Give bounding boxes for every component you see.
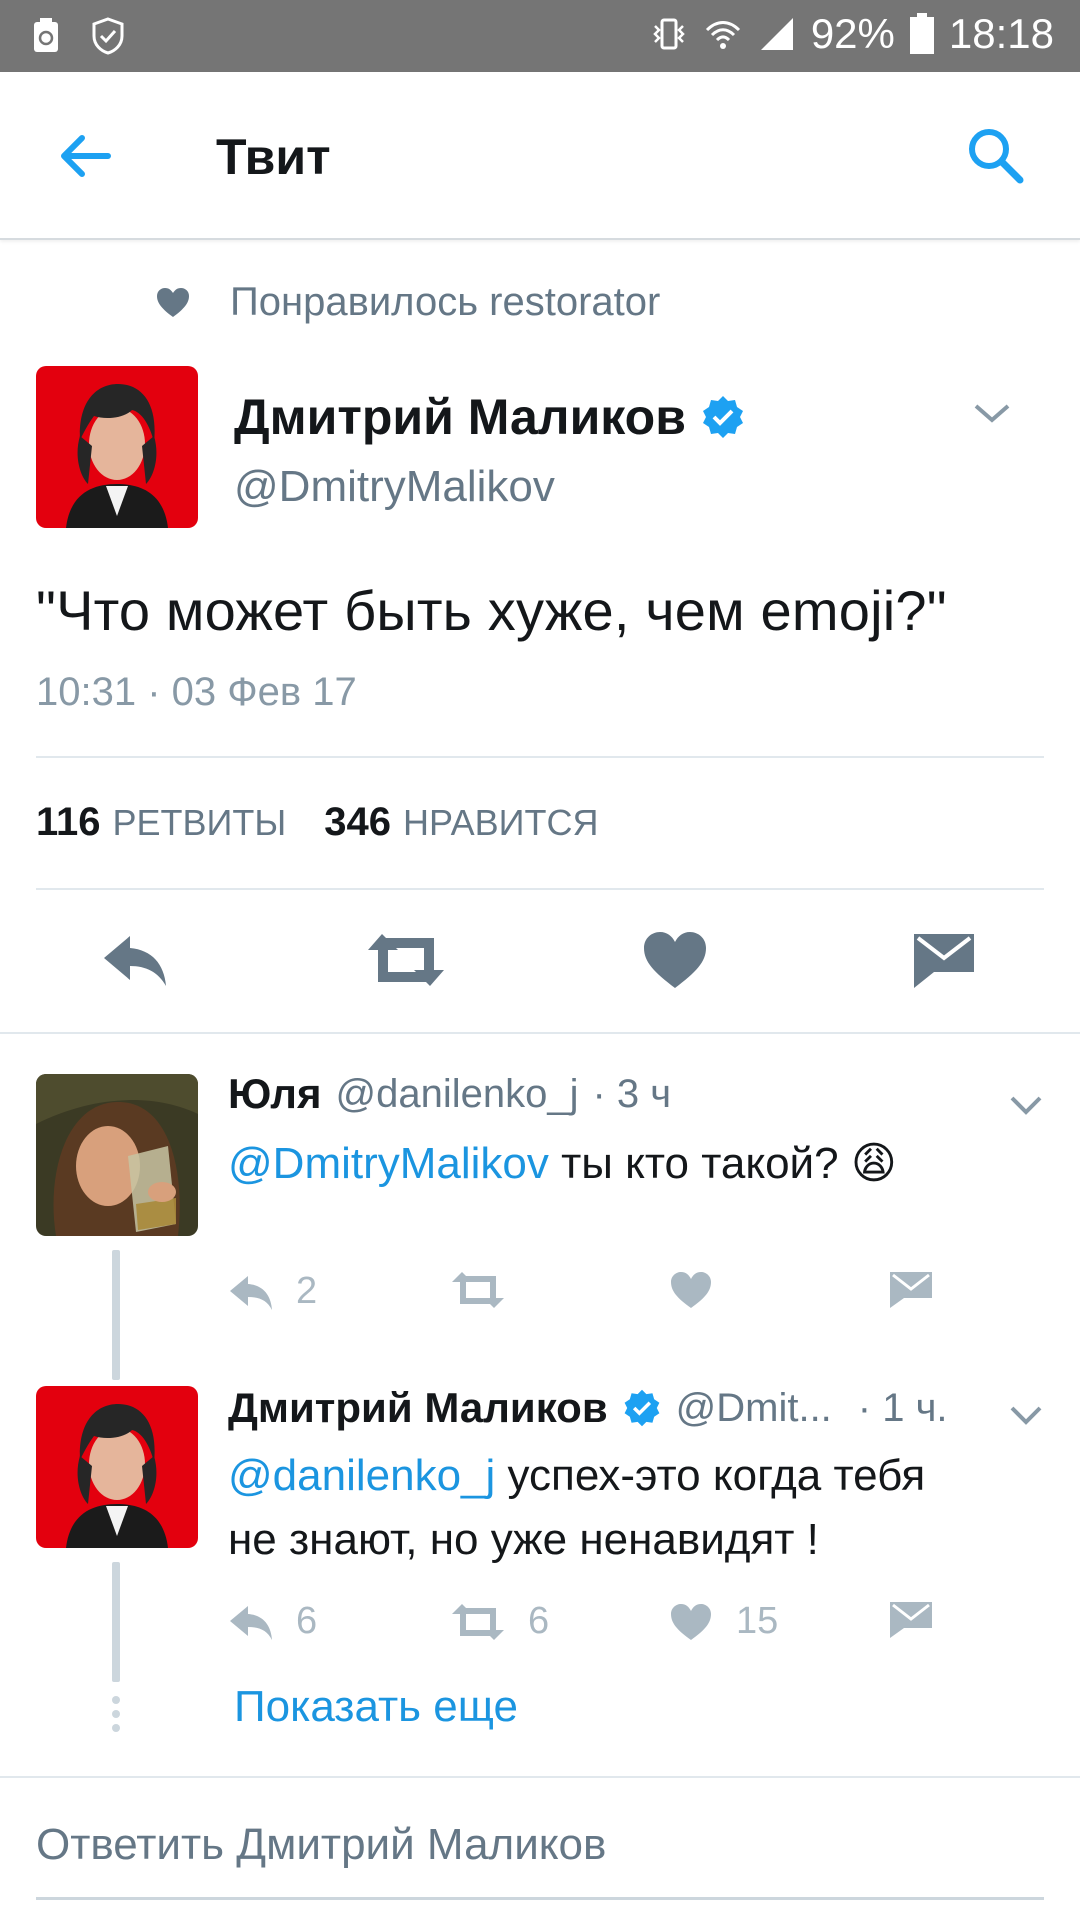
thread-dot — [112, 1696, 120, 1704]
heart-icon — [157, 287, 189, 317]
chevron-down-icon[interactable] — [1008, 1092, 1044, 1118]
reply-time: · 3 ч — [592, 1071, 672, 1116]
message-icon[interactable] — [912, 930, 976, 990]
author-name: Дмитрий Маликов — [234, 389, 686, 445]
author-handle: @DmitryMalikov — [234, 462, 555, 511]
heart-icon — [671, 1603, 711, 1640]
retweet-action[interactable] — [450, 1270, 528, 1310]
reply-author-name: Дмитрий Маликов — [228, 1384, 608, 1431]
main-tweet-author[interactable]: Дмитрий Маликов — [234, 388, 746, 446]
tweet-stats: 116 РЕТВИТЫ 346 НРАВИТСЯ — [36, 800, 599, 845]
likes-label: НРАВИТСЯ — [403, 802, 599, 843]
back-arrow-icon[interactable] — [54, 126, 114, 186]
reply-author-handle: @Dmit... — [675, 1385, 832, 1430]
avatar-image — [36, 1074, 198, 1236]
likes-stat[interactable]: 346 НРАВИТСЯ — [324, 800, 598, 845]
reply-header[interactable]: Дмитрий Маликов @Dmit... · 1 ч. — [228, 1384, 948, 1432]
like-count: 15 — [736, 1600, 779, 1642]
signal-icon — [760, 18, 793, 50]
message-action[interactable] — [888, 1600, 934, 1640]
likes-count: 346 — [324, 800, 392, 844]
heart-icon — [671, 1272, 711, 1308]
divider — [0, 1776, 1080, 1778]
retweets-label: РЕТВИТЫ — [112, 802, 287, 843]
reply-text-body: ты кто такой? 😩 — [548, 1139, 897, 1188]
like-action[interactable]: 15 — [668, 1600, 778, 1643]
message-action[interactable] — [888, 1270, 934, 1310]
avatar[interactable] — [36, 1074, 198, 1236]
avatar[interactable] — [36, 1386, 198, 1548]
reply-icon — [230, 1605, 272, 1640]
reply-header[interactable]: Юля @danilenko_j · 3 ч — [228, 1070, 671, 1118]
reply-action[interactable]: 2 — [228, 1270, 317, 1313]
battery-percent: 92% — [810, 10, 895, 57]
retweet-icon — [452, 1603, 504, 1640]
battery-icon — [909, 13, 934, 54]
reply-icon — [230, 1275, 272, 1310]
reply-author-name: Юля — [228, 1070, 322, 1117]
reply-action[interactable]: 6 — [228, 1600, 317, 1643]
thread-line — [112, 1250, 120, 1380]
retweet-action[interactable]: 6 — [450, 1600, 549, 1643]
avatar[interactable] — [36, 366, 198, 528]
thread-line — [112, 1562, 120, 1682]
divider — [0, 1032, 1080, 1034]
reply-author-handle: @danilenko_j — [335, 1071, 579, 1116]
page-title: Твит — [216, 129, 331, 185]
verified-badge-icon — [624, 1389, 660, 1427]
reply-time: · 1 ч. — [857, 1385, 948, 1430]
verified-badge-icon — [702, 396, 743, 438]
retweet-icon — [452, 1272, 504, 1308]
recycle-icon — [34, 18, 58, 52]
message-icon — [890, 1602, 932, 1638]
divider — [36, 756, 1044, 758]
mention-link[interactable]: @DmitryMalikov — [228, 1139, 549, 1188]
chevron-down-icon[interactable] — [1008, 1402, 1044, 1428]
retweets-stat[interactable]: 116 РЕТВИТЫ — [36, 800, 286, 845]
avatar-image — [36, 366, 198, 528]
tweet-actions — [0, 930, 1080, 1000]
reply-actions: 6 6 15 — [228, 1600, 1008, 1650]
reply-text-line2: не знают, но уже ненавидят ! — [228, 1515, 819, 1564]
reply-count: 2 — [296, 1270, 318, 1312]
heart-icon[interactable] — [640, 930, 710, 990]
thread-dot — [112, 1710, 120, 1718]
app-bar: Твит — [0, 72, 1080, 240]
reply-text-line1: успех-это когда тебя — [495, 1451, 926, 1500]
social-context-text: Понравилось restorator — [230, 280, 661, 324]
reply-text: @DmitryMalikov ты кто такой? 😩 — [228, 1132, 1028, 1196]
mention-link[interactable]: @danilenko_j — [228, 1451, 495, 1500]
divider — [36, 888, 1044, 890]
status-bar: 92% 18:18 — [0, 0, 1080, 72]
like-action[interactable] — [668, 1270, 736, 1310]
avatar-image — [36, 1386, 198, 1548]
chevron-down-icon[interactable] — [972, 398, 1012, 428]
message-icon — [890, 1272, 932, 1308]
reply-count: 6 — [296, 1600, 318, 1642]
reply-icon[interactable] — [100, 930, 170, 990]
reply-text: @danilenko_j успех-это когда тебя не зна… — [228, 1444, 1028, 1572]
tweet-timestamp: 10:31 · 03 Фев 17 — [36, 670, 357, 714]
clock: 18:18 — [948, 10, 1054, 57]
tweet-text: "Что может быть хуже, чем emoji?" — [36, 579, 947, 642]
reply-input[interactable]: Ответить Дмитрий Маликов — [36, 1820, 1044, 1900]
reply-actions: 2 — [228, 1270, 1008, 1320]
thread-dot — [112, 1724, 120, 1732]
search-icon[interactable] — [964, 124, 1026, 186]
social-context: Понравилось restorator — [156, 280, 660, 325]
show-more-link[interactable]: Показать еще — [234, 1682, 518, 1732]
wifi-icon — [705, 21, 740, 49]
shield-icon — [92, 17, 124, 55]
retweet-icon[interactable] — [364, 930, 448, 990]
retweets-count: 116 — [36, 800, 101, 844]
retweet-count: 6 — [528, 1600, 550, 1642]
vibrate-icon — [653, 18, 685, 50]
